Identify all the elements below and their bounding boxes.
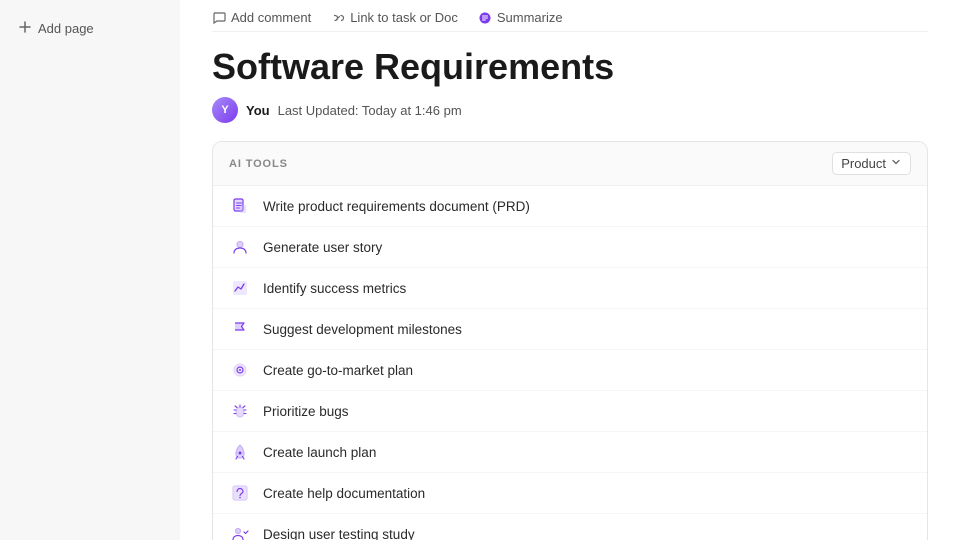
add-comment-label: Add comment bbox=[231, 10, 311, 25]
avatar: Y bbox=[212, 97, 238, 123]
ai-tools-panel: AI TOOLS Product Write product requireme… bbox=[212, 141, 928, 540]
tool-label: Create help documentation bbox=[263, 486, 425, 501]
tool-label: Design user testing study bbox=[263, 527, 415, 540]
tool-label: Prioritize bugs bbox=[263, 404, 349, 419]
tool-icon-chart bbox=[229, 277, 251, 299]
tool-label: Suggest development milestones bbox=[263, 322, 462, 337]
add-comment-button[interactable]: Add comment bbox=[212, 10, 311, 25]
tool-icon-rocket bbox=[229, 441, 251, 463]
tool-item[interactable]: Create go-to-market plan bbox=[213, 350, 927, 391]
tool-item[interactable]: Write product requirements document (PRD… bbox=[213, 186, 927, 227]
summarize-button[interactable]: Summarize bbox=[478, 10, 563, 25]
tool-label: Identify success metrics bbox=[263, 281, 406, 296]
link-icon bbox=[331, 11, 345, 25]
plus-icon bbox=[18, 20, 32, 37]
author-row: Y You Last Updated: Today at 1:46 pm bbox=[212, 97, 928, 123]
tool-item[interactable]: Prioritize bugs bbox=[213, 391, 927, 432]
category-dropdown[interactable]: Product bbox=[832, 152, 911, 175]
link-task-label: Link to task or Doc bbox=[350, 10, 458, 25]
tool-icon-doc bbox=[229, 195, 251, 217]
tool-item[interactable]: Suggest development milestones bbox=[213, 309, 927, 350]
add-page-label: Add page bbox=[38, 21, 94, 36]
tool-item[interactable]: Create help documentation bbox=[213, 473, 927, 514]
tool-icon-flag bbox=[229, 318, 251, 340]
add-page-button[interactable]: Add page bbox=[12, 16, 168, 41]
summarize-icon bbox=[478, 11, 492, 25]
tool-icon-user bbox=[229, 236, 251, 258]
tool-label: Create go-to-market plan bbox=[263, 363, 413, 378]
ai-tools-label: AI TOOLS bbox=[229, 158, 288, 170]
link-task-button[interactable]: Link to task or Doc bbox=[331, 10, 458, 25]
tool-item[interactable]: Design user testing study bbox=[213, 514, 927, 540]
tool-icon-bug bbox=[229, 400, 251, 422]
tool-list: Write product requirements document (PRD… bbox=[213, 186, 927, 540]
tool-icon-user-test bbox=[229, 523, 251, 540]
main-content: Add comment Link to task or Doc Summariz… bbox=[180, 0, 960, 540]
sidebar: Add page bbox=[0, 0, 180, 540]
tool-item[interactable]: Identify success metrics bbox=[213, 268, 927, 309]
tool-item[interactable]: Generate user story bbox=[213, 227, 927, 268]
category-label: Product bbox=[841, 156, 886, 171]
toolbar: Add comment Link to task or Doc Summariz… bbox=[212, 0, 928, 32]
tool-label: Generate user story bbox=[263, 240, 382, 255]
last-updated: Last Updated: Today at 1:46 pm bbox=[278, 103, 462, 118]
ai-tools-header: AI TOOLS Product bbox=[213, 142, 927, 186]
chevron-down-icon bbox=[890, 156, 902, 171]
page-title: Software Requirements bbox=[212, 46, 928, 87]
author-name: You bbox=[246, 103, 270, 118]
tool-icon-help-doc bbox=[229, 482, 251, 504]
tool-icon-target bbox=[229, 359, 251, 381]
tool-item[interactable]: Create launch plan bbox=[213, 432, 927, 473]
comment-icon bbox=[212, 11, 226, 25]
tool-label: Create launch plan bbox=[263, 445, 376, 460]
summarize-label: Summarize bbox=[497, 10, 563, 25]
tool-label: Write product requirements document (PRD… bbox=[263, 199, 530, 214]
